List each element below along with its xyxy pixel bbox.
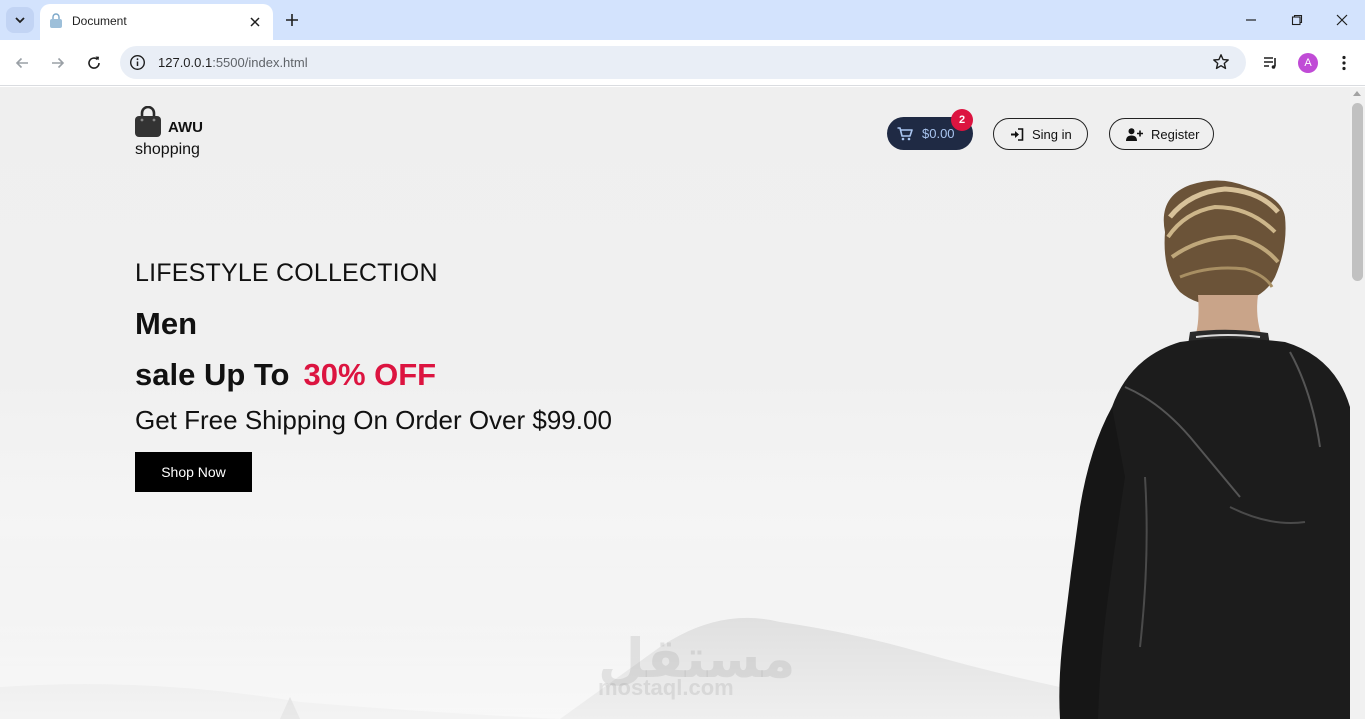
page-viewport: AWU shopping $0.00 2 Sing in Register LI…: [0, 87, 1365, 719]
more-vertical-icon: [1342, 55, 1346, 71]
plus-icon: [286, 14, 298, 26]
tab-search-button[interactable]: [6, 7, 34, 33]
user-plus-icon: [1126, 127, 1143, 141]
watermark-latin: mostaql.com: [598, 675, 734, 700]
logo-subtitle[interactable]: shopping: [135, 141, 200, 159]
info-icon[interactable]: [129, 54, 146, 71]
signin-button[interactable]: Sing in: [993, 118, 1088, 150]
hero-sale-line: sale Up To 30% OFF: [135, 357, 436, 393]
scroll-up-arrow-icon[interactable]: [1353, 91, 1361, 96]
back-button[interactable]: [10, 51, 34, 75]
cart-count-badge: 2: [951, 109, 973, 131]
star-icon[interactable]: [1212, 53, 1230, 71]
arrow-right-icon: [52, 57, 65, 69]
restore-button[interactable]: [1284, 8, 1310, 32]
register-button[interactable]: Register: [1109, 118, 1214, 150]
browser-tab[interactable]: Document: [40, 4, 273, 40]
minimize-icon: [1246, 19, 1256, 21]
hero-shipping-text: Get Free Shipping On Order Over $99.00: [135, 405, 612, 435]
logo-brand[interactable]: AWU: [168, 119, 203, 136]
shopping-bag-favicon-icon: [50, 13, 62, 28]
browser-menu-button[interactable]: [1332, 51, 1356, 75]
arrow-left-icon: [15, 57, 28, 69]
address-bar[interactable]: 127.0.0.1:5500/index.html: [120, 46, 1246, 79]
browser-tab-bar: Document: [0, 0, 1365, 40]
cart-total: $0.00: [922, 126, 955, 141]
sign-in-icon: [1011, 127, 1024, 141]
hero-headline: Men: [135, 306, 197, 341]
signin-label: Sing in: [1032, 126, 1072, 142]
scroll-thumb[interactable]: [1352, 103, 1363, 281]
window-close-button[interactable]: [1329, 8, 1355, 32]
url-path: :5500/index.html: [212, 55, 308, 70]
browser-toolbar: 127.0.0.1:5500/index.html A: [0, 40, 1365, 86]
profile-avatar[interactable]: A: [1298, 53, 1318, 73]
reload-button[interactable]: [82, 51, 106, 75]
shopping-cart-icon: [897, 126, 913, 140]
new-tab-button[interactable]: [281, 9, 303, 31]
tab-close-button[interactable]: [246, 13, 264, 31]
register-label: Register: [1151, 126, 1200, 142]
hero-sale-highlight: 30% OFF: [303, 357, 437, 392]
tab-title: Document: [72, 14, 127, 28]
hero-model-image: [1059, 180, 1350, 719]
forward-button[interactable]: [46, 51, 70, 75]
shopping-bag-logo-icon: [135, 106, 161, 137]
url-host: 127.0.0.1: [158, 55, 213, 70]
hero-kicker: LIFESTYLE COLLECTION: [135, 259, 438, 287]
close-icon: [1336, 14, 1348, 26]
url-text[interactable]: 127.0.0.1:5500/index.html: [158, 55, 308, 70]
restore-icon: [1291, 14, 1303, 26]
shop-now-button[interactable]: Shop Now: [135, 452, 252, 492]
page-scrollbar[interactable]: [1350, 87, 1365, 719]
media-controls-button[interactable]: [1259, 51, 1283, 75]
close-icon: [250, 17, 260, 27]
reload-icon: [88, 56, 100, 69]
hero-sale-prefix: sale Up To: [135, 357, 290, 392]
playlist-music-icon: [1264, 57, 1276, 69]
chevron-down-icon: [15, 17, 25, 24]
minimize-button[interactable]: [1238, 8, 1264, 32]
